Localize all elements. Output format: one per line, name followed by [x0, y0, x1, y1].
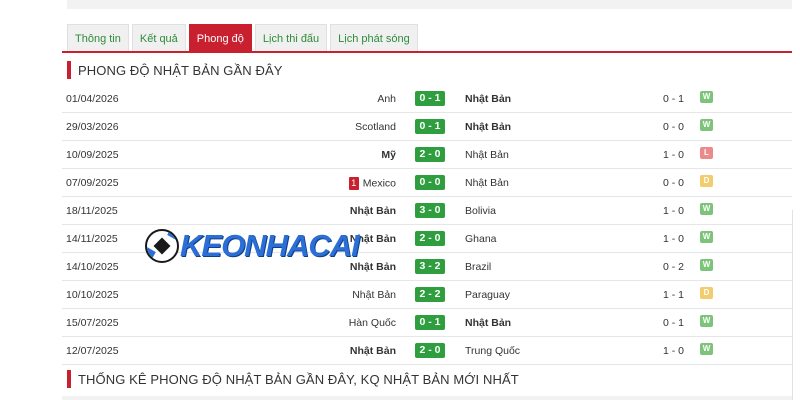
away-team[interactable]: Paraguay	[465, 289, 510, 301]
home-team[interactable]: Nhật Bản	[350, 205, 396, 217]
away-team[interactable]: Nhật Bản	[465, 149, 509, 161]
tab-thong-tin[interactable]: Thông tin	[67, 24, 129, 52]
home-team-name: Hàn Quốc	[348, 317, 396, 329]
section-title-text: PHONG ĐỘ NHẬT BẢN GẦN ĐÂY	[78, 62, 283, 78]
score-badge[interactable]: 3 - 0	[415, 203, 445, 218]
result-badge: D	[700, 175, 713, 187]
tab-bar: Thông tin Kết quả Phong độ Lịch thi đấu …	[67, 24, 418, 52]
match-date: 01/04/2026	[66, 93, 119, 105]
half-time-score: 1 - 0	[663, 345, 685, 357]
match-row[interactable]: 07/09/2025 1 Mexico 0 - 0 Nhật Bản 0 - 0 D	[62, 169, 792, 197]
match-date: 14/11/2025	[66, 233, 118, 245]
score-badge[interactable]: 2 - 0	[415, 147, 445, 162]
section-title-text: THỐNG KÊ PHONG ĐỘ NHẬT BẢN GẦN ĐÂY, KQ N…	[78, 371, 519, 387]
match-date: 10/10/2025	[66, 289, 119, 301]
tab-phong-do[interactable]: Phong độ	[188, 24, 252, 52]
home-team[interactable]: Nhật Bản	[350, 345, 396, 357]
watermark-text: KEONHACAI	[180, 228, 360, 263]
half-time-score: 0 - 2	[663, 261, 685, 273]
match-list: 01/04/2026 Anh 0 - 1 Nhật Bản 0 - 1 W 29/03/20…	[62, 85, 792, 365]
match-row[interactable]: 29/03/2026 Scotland 0 - 1 Nhật Bản 0 - 0 W	[62, 113, 792, 141]
result-badge: W	[700, 119, 713, 131]
score-badge[interactable]: 3 - 2	[415, 259, 445, 274]
tab-lich-phat-song[interactable]: Lịch phát sóng	[330, 24, 418, 52]
half-time-score: 0 - 1	[663, 317, 685, 329]
home-team[interactable]: Hàn Quốc	[349, 317, 396, 329]
home-team-name: Mexico	[362, 177, 396, 190]
half-time-score: 1 - 1	[663, 289, 685, 301]
match-date: 07/09/2025	[66, 177, 119, 189]
half-time-score: 0 - 0	[663, 121, 685, 133]
half-time-score: 0 - 0	[663, 177, 685, 189]
away-team[interactable]: Bolivia	[465, 205, 496, 217]
tab-underline	[62, 51, 792, 53]
soccer-ball-icon	[145, 229, 179, 263]
match-date: 29/03/2026	[66, 121, 119, 133]
match-date: 18/11/2025	[66, 205, 118, 217]
top-strip	[67, 0, 792, 9]
result-badge: W	[700, 91, 713, 103]
score-badge[interactable]: 2 - 2	[415, 287, 445, 302]
away-team[interactable]: Brazil	[465, 261, 491, 273]
result-badge: W	[700, 231, 713, 243]
half-time-score: 1 - 0	[663, 233, 685, 245]
match-row[interactable]: 18/11/2025 Nhật Bản 3 - 0 Bolivia 1 - 0 W	[62, 197, 792, 225]
home-team-name: Mỹ	[381, 149, 396, 161]
away-team[interactable]: Trung Quốc	[465, 345, 520, 357]
red-card-icon: 1	[348, 177, 359, 190]
bottom-strip	[62, 396, 792, 400]
home-team[interactable]: Scotland	[355, 121, 396, 133]
match-row[interactable]: 10/09/2025 Mỹ 2 - 0 Nhật Bản 1 - 0 L	[62, 141, 792, 169]
away-team[interactable]: Nhật Bản	[465, 121, 511, 133]
score-badge[interactable]: 2 - 0	[415, 231, 445, 246]
tab-lich-thi-dau[interactable]: Lịch thi đấu	[254, 24, 328, 52]
score-badge[interactable]: 2 - 0	[415, 343, 445, 358]
score-badge[interactable]: 0 - 1	[415, 91, 445, 106]
home-team[interactable]: Anh	[377, 93, 396, 105]
score-badge[interactable]: 0 - 0	[415, 175, 445, 190]
result-badge: D	[700, 287, 713, 299]
home-team-name: Anh	[377, 93, 396, 105]
match-row[interactable]: 10/10/2025 Nhật Bản 2 - 2 Paraguay 1 - 1 D	[62, 281, 792, 309]
home-team-name: Nhật Bản	[349, 205, 396, 217]
result-badge: W	[700, 259, 713, 271]
away-team[interactable]: Ghana	[465, 233, 497, 245]
result-badge: L	[700, 147, 713, 159]
watermark-logo: KEONHACAI	[145, 226, 360, 266]
half-time-score: 1 - 0	[663, 149, 685, 161]
away-team[interactable]: Nhật Bản	[465, 93, 511, 105]
score-badge[interactable]: 0 - 1	[415, 119, 445, 134]
match-row[interactable]: 01/04/2026 Anh 0 - 1 Nhật Bản 0 - 1 W	[62, 85, 792, 113]
heading-accent-bar	[67, 61, 71, 79]
section-heading-statistics: THỐNG KÊ PHONG ĐỘ NHẬT BẢN GẦN ĐÂY, KQ N…	[67, 370, 519, 388]
match-date: 14/10/2025	[66, 261, 119, 273]
right-divider	[792, 210, 793, 400]
result-badge: W	[700, 315, 713, 327]
home-team[interactable]: Mỹ	[381, 149, 396, 161]
home-team-name: Nhật Bản	[349, 345, 396, 357]
match-row[interactable]: 12/07/2025 Nhật Bản 2 - 0 Trung Quốc 1 - 0 W	[62, 337, 792, 365]
home-team-name: Scotland	[355, 121, 396, 133]
away-team[interactable]: Nhật Bản	[465, 177, 509, 189]
tab-ket-qua[interactable]: Kết quả	[131, 24, 186, 52]
score-badge[interactable]: 0 - 1	[415, 315, 445, 330]
match-row[interactable]: 15/07/2025 Hàn Quốc 0 - 1 Nhật Bản 0 - 1 W	[62, 309, 792, 337]
match-date: 12/07/2025	[66, 345, 119, 357]
match-date: 15/07/2025	[66, 317, 119, 329]
home-team-name: Nhật Bản	[352, 289, 396, 301]
result-badge: W	[700, 203, 713, 215]
match-date: 10/09/2025	[66, 149, 119, 161]
home-team[interactable]: Nhật Bản	[352, 289, 396, 301]
heading-accent-bar	[67, 370, 71, 388]
result-badge: W	[700, 343, 713, 355]
half-time-score: 0 - 1	[663, 93, 685, 105]
half-time-score: 1 - 0	[663, 205, 685, 217]
section-heading-recent-form: PHONG ĐỘ NHẬT BẢN GẦN ĐÂY	[67, 61, 283, 79]
home-team[interactable]: 1 Mexico	[348, 177, 396, 190]
away-team[interactable]: Nhật Bản	[465, 317, 511, 329]
